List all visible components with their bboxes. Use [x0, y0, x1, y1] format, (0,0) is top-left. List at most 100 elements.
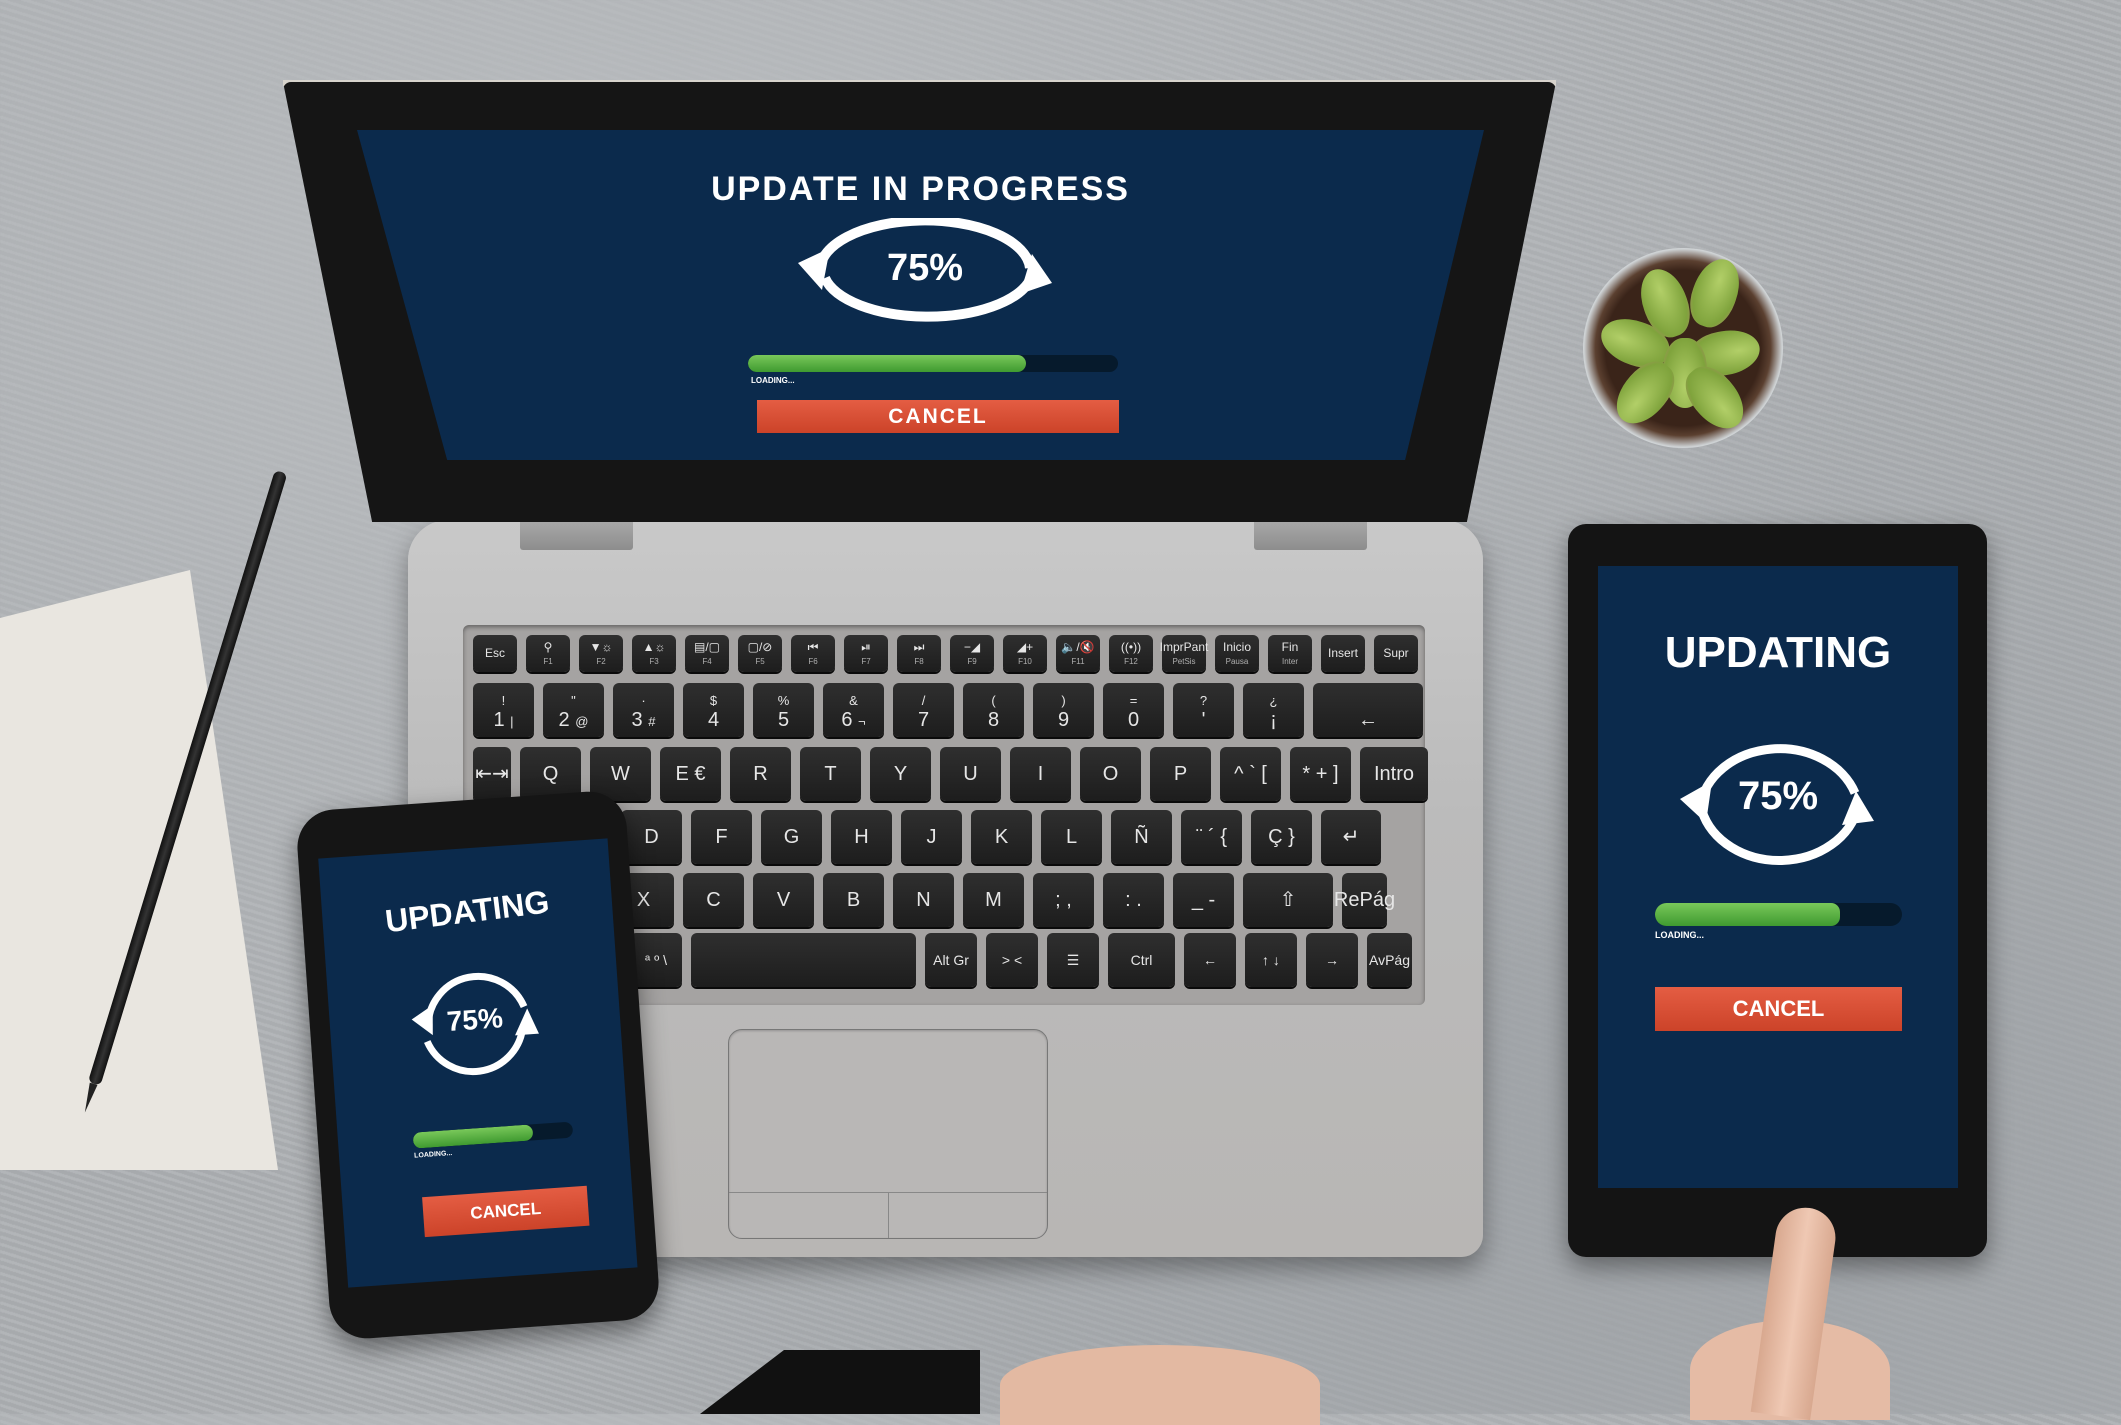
key-fn-1[interactable]: ⚲ F1 — [526, 635, 570, 672]
key-num-7[interactable]: (8 — [963, 683, 1024, 737]
key-bottom-10[interactable]: ⇧ — [1243, 873, 1333, 927]
key-0[interactable]: ⇤⇥ — [473, 747, 511, 801]
key-num-1[interactable]: " 2 @ — [543, 683, 604, 737]
key-fn-8[interactable]: ⏭ F8 — [897, 635, 941, 672]
key-space-10[interactable]: → — [1306, 933, 1358, 987]
progress-bar-fill — [1655, 903, 1841, 926]
key-5[interactable]: T — [800, 747, 861, 801]
key-num-3[interactable]: $4 — [683, 683, 744, 737]
cancel-button[interactable]: CANCEL — [757, 400, 1119, 433]
bottom-key-row: ZXCVBNM; ,: ._ -⇧RePág — [543, 873, 1395, 927]
key-fn-14[interactable]: Inicio Pausa — [1215, 635, 1259, 672]
trackpad-left-button[interactable] — [729, 1193, 889, 1238]
key-fn-11[interactable]: 🔈/🔇 F11 — [1056, 635, 1100, 672]
key-home-8[interactable]: Ñ — [1111, 810, 1172, 864]
key-label: E € — [675, 762, 706, 785]
key-bottom-7[interactable]: ; , — [1033, 873, 1094, 927]
key-label: O — [1102, 762, 1119, 785]
key-13[interactable]: Intro — [1360, 747, 1428, 801]
key-num-6[interactable]: /7 — [893, 683, 954, 737]
key-fn-6[interactable]: ⏮ F6 — [791, 635, 835, 672]
key-fn-2[interactable]: ▼☼ F2 — [579, 635, 623, 672]
key-num-8[interactable]: ) 9 — [1033, 683, 1094, 737]
key-3[interactable]: E € — [660, 747, 721, 801]
key-space-8[interactable]: ← — [1184, 933, 1236, 987]
key-fn-9[interactable]: −◢ F9 — [950, 635, 994, 672]
key-fn-7[interactable]: ⏯ F7 — [844, 635, 888, 672]
key-label: ¿ ¡ — [1269, 693, 1278, 731]
key-num-12[interactable]: ← — [1313, 683, 1423, 737]
percent-label: 75% — [1737, 774, 1819, 818]
key-label: ⇧ — [1279, 888, 1297, 911]
trackpad[interactable] — [728, 1029, 1048, 1239]
key-label: ((•)) F12 — [1120, 639, 1142, 666]
key-bottom-11[interactable]: RePág — [1334, 873, 1395, 927]
key-fn-5[interactable]: ▢/⊘ F5 — [738, 635, 782, 672]
key-space-2[interactable]: ª º \ — [630, 933, 682, 987]
key-num-11[interactable]: ¿ ¡ — [1243, 683, 1304, 737]
key-space-9[interactable]: ↑ ↓ — [1245, 933, 1297, 987]
key-fn-0[interactable]: Esc — [473, 635, 517, 672]
key-4[interactable]: R — [730, 747, 791, 801]
key-home-5[interactable]: J — [901, 810, 962, 864]
key-home-11[interactable]: ↵ — [1321, 810, 1381, 864]
key-bottom-9[interactable]: _ - — [1173, 873, 1234, 927]
key-fn-13[interactable]: ImprPant PetSis — [1160, 635, 1208, 672]
key-home-10[interactable]: Ç } — [1251, 810, 1312, 864]
key-label: Q — [542, 762, 559, 785]
trackpad-right-button[interactable] — [889, 1193, 1048, 1238]
key-bottom-6[interactable]: M — [963, 873, 1024, 927]
tablet-screen: UPDATING 75% LOADING... CANCEL — [1598, 566, 1958, 1188]
key-home-4[interactable]: H — [831, 810, 892, 864]
key-home-9[interactable]: ¨ ´ { — [1181, 810, 1242, 864]
key-num-0[interactable]: ! 1 | — [473, 683, 534, 737]
key-space-11[interactable]: AvPág — [1367, 933, 1412, 987]
key-7[interactable]: U — [940, 747, 1001, 801]
cancel-button[interactable]: CANCEL — [422, 1185, 590, 1238]
key-6[interactable]: Y — [870, 747, 931, 801]
key-space-5[interactable]: > < — [986, 933, 1038, 987]
key-12[interactable]: * + ] — [1290, 747, 1351, 801]
key-fn-17[interactable]: Supr — [1374, 635, 1418, 672]
key-space-4[interactable]: Alt Gr — [925, 933, 977, 987]
key-fn-4[interactable]: ▤/▢ F4 — [685, 635, 729, 672]
key-10[interactable]: P — [1150, 747, 1211, 801]
key-home-3[interactable]: G — [761, 810, 822, 864]
key-num-4[interactable]: % 5 — [753, 683, 814, 737]
key-label: W — [611, 762, 630, 785]
key-label: Inicio Pausa — [1222, 639, 1251, 666]
key-space-3[interactable] — [691, 933, 916, 987]
key-home-2[interactable]: F — [691, 810, 752, 864]
key-label: Ç } — [1268, 825, 1295, 848]
key-num-5[interactable]: & 6 ¬ — [823, 683, 884, 737]
key-space-6[interactable]: ☰ — [1047, 933, 1099, 987]
key-fn-16[interactable]: Insert — [1321, 635, 1365, 672]
key-bottom-8[interactable]: : . — [1103, 873, 1164, 927]
key-label: R — [753, 762, 768, 785]
key-bottom-4[interactable]: B — [823, 873, 884, 927]
key-fn-12[interactable]: ((•)) F12 — [1109, 635, 1153, 672]
home-key-row: SDFGHJKLÑ¨ ´ {Ç }↵ — [551, 810, 1381, 864]
key-bottom-5[interactable]: N — [893, 873, 954, 927]
key-11[interactable]: ^ ` [ — [1220, 747, 1281, 801]
key-num-9[interactable]: = 0 — [1103, 683, 1164, 737]
key-bottom-3[interactable]: V — [753, 873, 814, 927]
key-label: H — [854, 825, 869, 848]
key-num-10[interactable]: ? ' — [1173, 683, 1234, 737]
key-fn-3[interactable]: ▲☼ F3 — [632, 635, 676, 672]
key-space-7[interactable]: Ctrl — [1108, 933, 1175, 987]
key-9[interactable]: O — [1080, 747, 1141, 801]
cancel-button[interactable]: CANCEL — [1655, 987, 1902, 1031]
key-home-7[interactable]: L — [1041, 810, 1102, 864]
key-home-1[interactable]: D — [621, 810, 682, 864]
key-bottom-2[interactable]: C — [683, 873, 744, 927]
key-label: T — [824, 762, 837, 785]
key-home-6[interactable]: K — [971, 810, 1032, 864]
key-8[interactable]: I — [1010, 747, 1071, 801]
key-fn-10[interactable]: ◢+ F10 — [1003, 635, 1047, 672]
key-fn-15[interactable]: Fin Inter — [1268, 635, 1312, 672]
key-label: Esc — [484, 646, 505, 661]
key-label: ⚲ F1 — [543, 639, 553, 666]
key-num-2[interactable]: · 3 # — [613, 683, 674, 737]
key-label: ª º \ — [645, 951, 667, 968]
